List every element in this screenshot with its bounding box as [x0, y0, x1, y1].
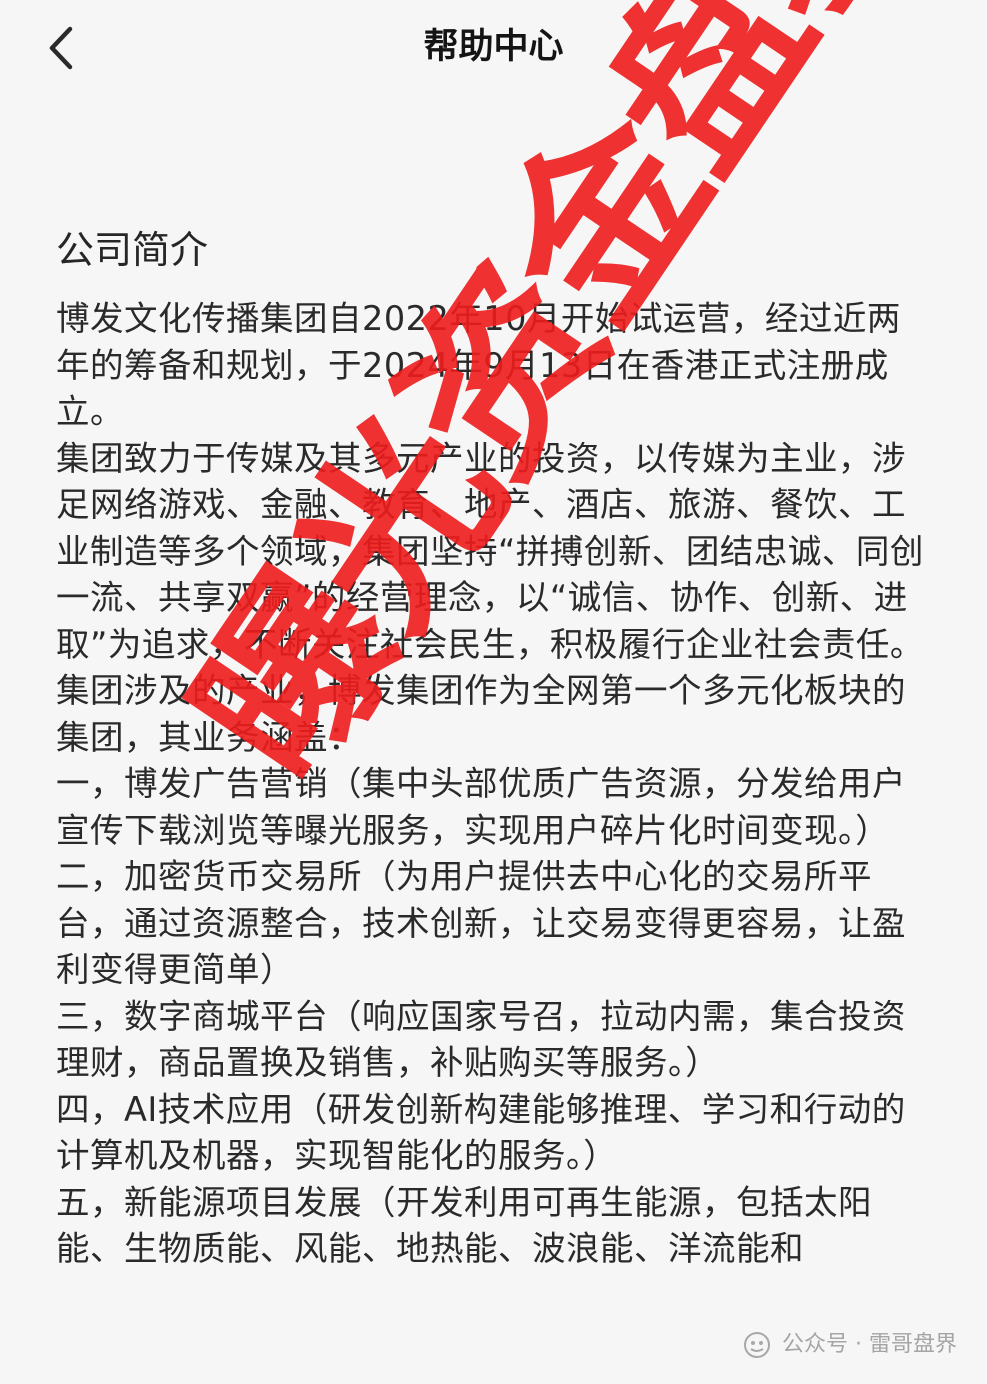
paragraph-business-1: 一，博发广告营销（集中头部优质广告资源，分发给用户宣传下载浏览等曝光服务，实现用…: [56, 764, 906, 850]
paragraph-business-5: 五，新能源项目发展（开发利用可再生能源，包括太阳能、生物质能、风能、地热能、波浪…: [56, 1182, 872, 1269]
paragraph-mission: 集团致力于传媒及其多元产业的投资，以传媒为主业，涉足网络游戏、金融、教育、地产、…: [56, 438, 924, 664]
paragraph-business-4: 四，AI技术应用（研发创新构建能够推理、学习和行动的计算机及机器，实现智能化的服…: [56, 1089, 906, 1176]
article-content: 公司简介 博发文化传播集团自2022年10月开始试运营，经过近两年的筹备和规划，…: [56, 222, 926, 1273]
paragraph-business-2: 二，加密货币交易所（为用户提供去中心化的交易所平台，通过资源整合，技术创新，让交…: [56, 857, 906, 989]
paragraph-business-3: 三，数字商城平台（响应国家号召，拉动内需，集合投资理财，商品置换及销售，补贴购买…: [56, 996, 906, 1083]
nav-bar: 帮助中心: [0, 0, 987, 96]
page-title: 帮助中心: [423, 27, 564, 67]
section-title: 公司简介: [56, 228, 209, 272]
paragraph-intro: 博发文化传播集团自2022年10月开始试运营，经过近两年的筹备和规划，于2024…: [56, 299, 901, 431]
paragraph-industries: 集团涉及的产业，博发集团作为全网第一个多元化板块的集团，其业务涵盖：: [56, 671, 906, 757]
wechat-official-account-icon: [744, 1332, 771, 1358]
watermark-text: 公众号 · 雷哥盘界: [782, 1332, 957, 1357]
watermark: 公众号 · 雷哥盘界: [742, 1330, 957, 1360]
